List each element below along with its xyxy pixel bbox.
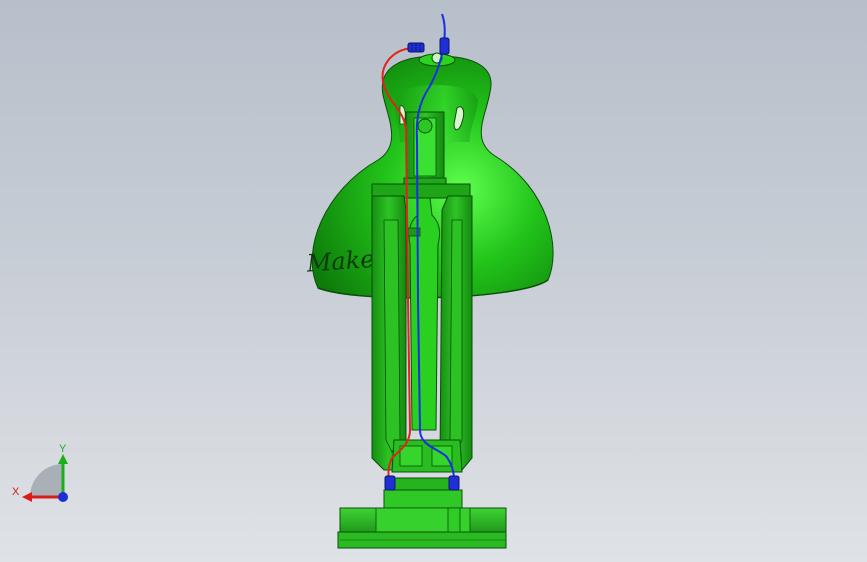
cad-viewport[interactable]: Maker Y X — [0, 0, 867, 562]
z-axis-dot — [58, 492, 68, 502]
x-axis-label: X — [12, 486, 20, 498]
top-cap[interactable] — [418, 52, 456, 67]
bottom-hub[interactable] — [383, 439, 463, 509]
orientation-triad[interactable]: Y X — [8, 440, 78, 510]
top-connector-right[interactable] — [439, 37, 450, 55]
lamp-3d-model[interactable]: Maker — [0, 0, 867, 562]
y-axis-arrow — [58, 454, 68, 464]
x-axis-arrow — [22, 492, 32, 502]
bottom-connector-right[interactable] — [448, 475, 460, 491]
y-axis-label: Y — [59, 443, 67, 455]
base-plate[interactable] — [337, 507, 507, 549]
triad-plane — [30, 464, 63, 497]
bottom-connector-left[interactable] — [384, 475, 396, 491]
top-connector-left[interactable] — [407, 42, 425, 53]
frame-left-cutout — [383, 219, 401, 453]
frame-right-cutout — [449, 219, 463, 453]
